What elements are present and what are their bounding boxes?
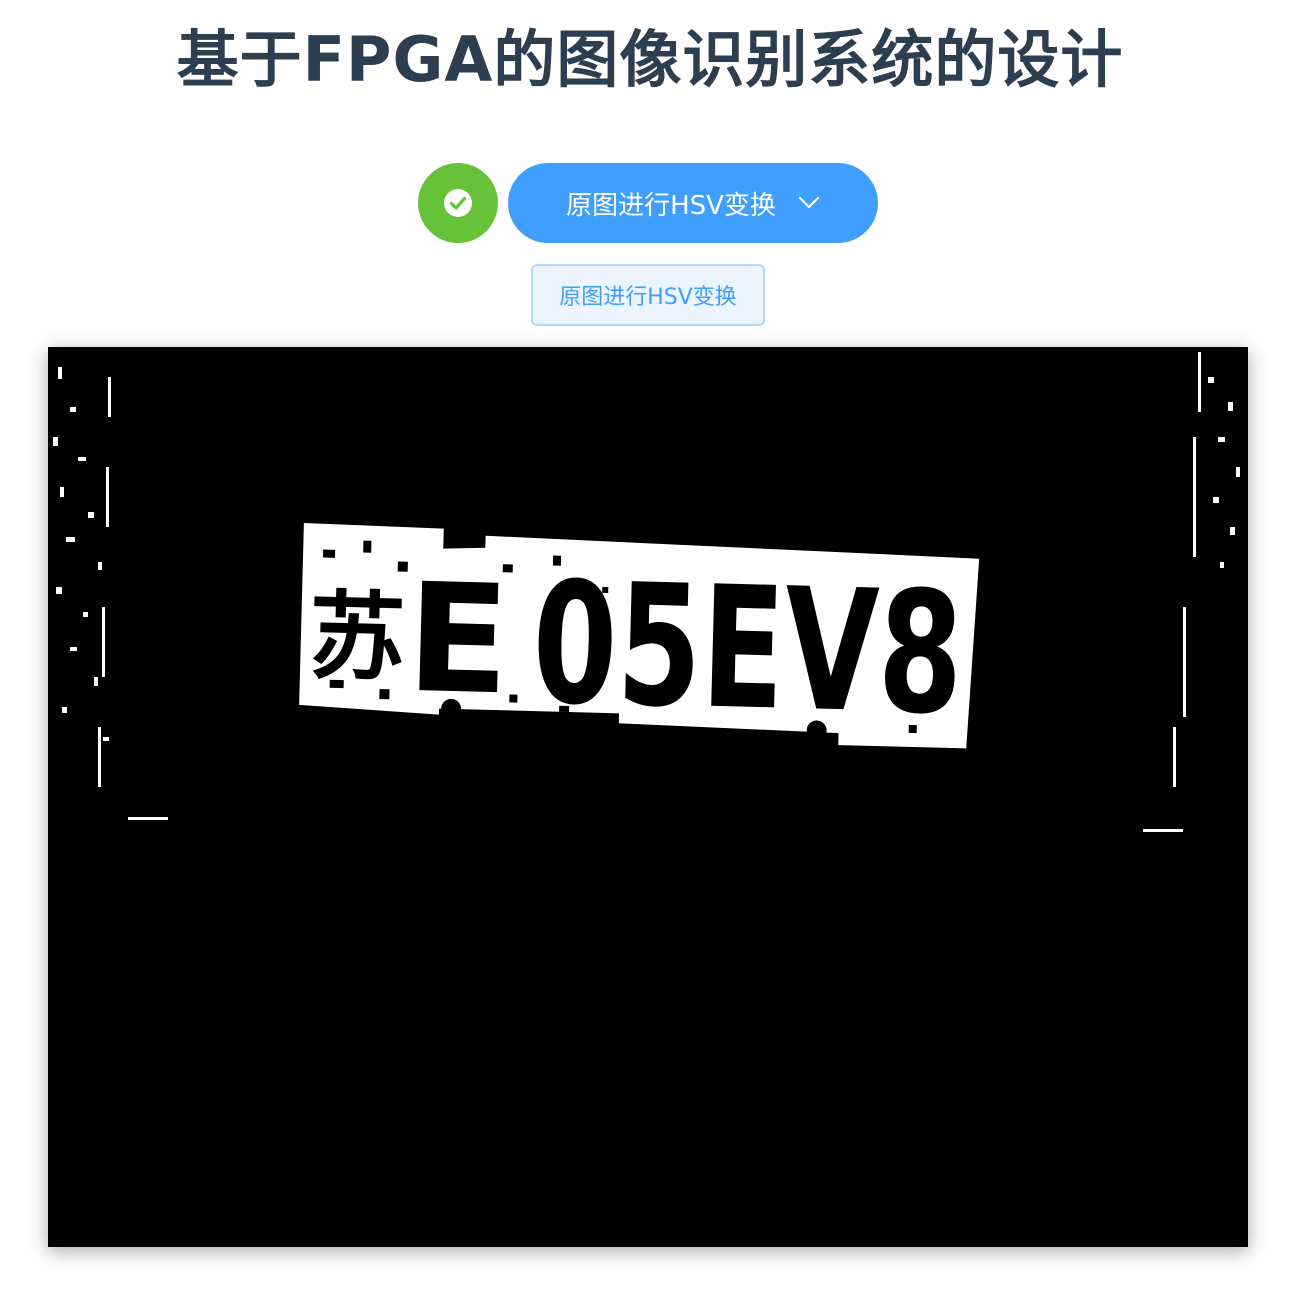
- page: 基于FPGA的图像识别系统的设计 原图进行HSV变换 原图进行HSV变换 苏 E…: [0, 0, 1300, 1290]
- run-hsv-button[interactable]: 原图进行HSV变换: [531, 264, 765, 326]
- plate-number-text: 05EV8: [530, 545, 965, 752]
- check-circle-icon: [444, 189, 472, 217]
- mode-dropdown-label: 原图进行HSV变换: [566, 190, 776, 221]
- plate-prefix-char: 苏: [307, 580, 406, 694]
- result-image: 苏 E 05EV8: [48, 347, 1248, 1247]
- status-indicator: [418, 163, 498, 243]
- mode-dropdown-button[interactable]: 原图进行HSV变换: [508, 163, 878, 243]
- chevron-down-icon: [798, 196, 820, 209]
- page-title: 基于FPGA的图像识别系统的设计: [176, 23, 1124, 96]
- binary-plate-image: 苏 E 05EV8: [48, 347, 1248, 1247]
